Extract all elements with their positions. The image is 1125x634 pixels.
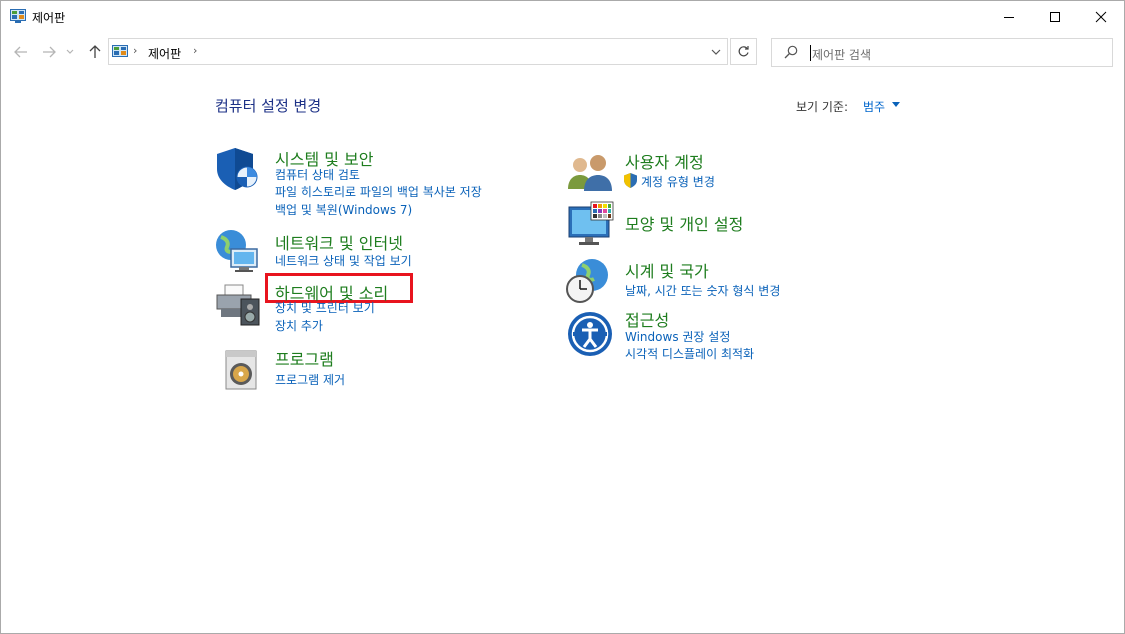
link-uninstall-program[interactable]: 프로그램 제거 bbox=[275, 371, 345, 388]
up-arrow-icon bbox=[89, 45, 101, 58]
search-input[interactable]: 제어판 검색 bbox=[812, 46, 871, 63]
search-box[interactable]: 제어판 검색 bbox=[771, 38, 1113, 67]
shield-icon[interactable] bbox=[213, 145, 261, 193]
breadcrumb-separator[interactable]: › bbox=[193, 44, 197, 57]
category-clock-region[interactable]: 시계 및 국가 bbox=[625, 258, 709, 282]
text-caret bbox=[810, 45, 811, 61]
forward-arrow-icon bbox=[43, 46, 56, 58]
network-globe-icon[interactable] bbox=[213, 227, 261, 275]
address-bar[interactable]: › 제어판 › bbox=[108, 38, 728, 65]
view-by-dropdown[interactable]: 범주 bbox=[863, 98, 885, 115]
close-icon bbox=[1095, 11, 1107, 22]
up-button[interactable] bbox=[85, 41, 105, 63]
chevron-down-icon bbox=[711, 49, 721, 55]
category-appearance-personalization[interactable]: 모양 및 개인 설정 bbox=[625, 211, 743, 235]
accessibility-icon[interactable] bbox=[566, 310, 614, 358]
chevron-down-icon[interactable] bbox=[892, 102, 900, 107]
uac-shield-icon bbox=[624, 173, 637, 188]
breadcrumb-separator: › bbox=[133, 44, 138, 57]
page-title: 컴퓨터 설정 변경 bbox=[215, 97, 322, 115]
address-dropdown-button[interactable] bbox=[706, 39, 726, 64]
monitor-palette-icon[interactable] bbox=[567, 201, 615, 249]
link-change-account-type[interactable]: 계정 유형 변경 bbox=[641, 173, 715, 190]
title-bar: 제어판 bbox=[1, 1, 1124, 32]
link-change-date-time-format[interactable]: 날짜, 시간 또는 숫자 형식 변경 bbox=[625, 282, 780, 299]
minimize-button[interactable] bbox=[986, 1, 1032, 32]
link-review-computer-status[interactable]: 컴퓨터 상태 검토 bbox=[275, 166, 360, 183]
close-button[interactable] bbox=[1078, 1, 1124, 32]
control-panel-icon bbox=[112, 45, 128, 57]
category-network-internet[interactable]: 네트워크 및 인터넷 bbox=[275, 230, 403, 254]
back-button[interactable] bbox=[11, 41, 31, 63]
link-optimize-visual-display[interactable]: 시각적 디스플레이 최적화 bbox=[625, 345, 754, 362]
maximize-button[interactable] bbox=[1032, 1, 1078, 32]
clock-globe-icon[interactable] bbox=[564, 257, 612, 305]
refresh-icon bbox=[738, 46, 749, 57]
refresh-button[interactable] bbox=[730, 38, 757, 65]
link-windows-recommended-settings[interactable]: Windows 권장 설정 bbox=[625, 328, 730, 345]
maximize-icon bbox=[1050, 11, 1060, 22]
control-panel-window: 제어판 › 제어판 › 제어판 검색 컴퓨터 설정 변경 보기 기준: 범주 시… bbox=[0, 0, 1125, 634]
link-devices-printers[interactable]: 장치 및 프린터 보기 bbox=[275, 299, 375, 316]
minimize-icon bbox=[1004, 16, 1014, 18]
printer-speaker-icon[interactable] bbox=[213, 281, 261, 329]
category-programs[interactable]: 프로그램 bbox=[275, 346, 334, 370]
forward-button[interactable] bbox=[39, 41, 59, 63]
link-add-device[interactable]: 장치 추가 bbox=[275, 317, 323, 334]
link-backup-restore[interactable]: 백업 및 복원(Windows 7) bbox=[275, 201, 412, 218]
search-icon bbox=[784, 45, 798, 59]
category-user-accounts[interactable]: 사용자 계정 bbox=[625, 149, 704, 173]
link-file-history-backup[interactable]: 파일 히스토리로 파일의 백업 복사본 저장 bbox=[275, 183, 482, 200]
recent-locations-button[interactable] bbox=[63, 41, 77, 63]
back-arrow-icon bbox=[14, 46, 27, 58]
view-by-label: 보기 기준: bbox=[796, 100, 849, 114]
control-panel-icon bbox=[10, 9, 26, 23]
users-icon[interactable] bbox=[566, 149, 614, 197]
chevron-down-icon bbox=[66, 49, 74, 54]
window-title: 제어판 bbox=[32, 11, 66, 25]
program-disc-icon[interactable] bbox=[216, 345, 264, 393]
breadcrumb-control-panel[interactable]: 제어판 bbox=[148, 45, 181, 62]
link-network-status-tasks[interactable]: 네트워크 상태 및 작업 보기 bbox=[275, 252, 412, 269]
